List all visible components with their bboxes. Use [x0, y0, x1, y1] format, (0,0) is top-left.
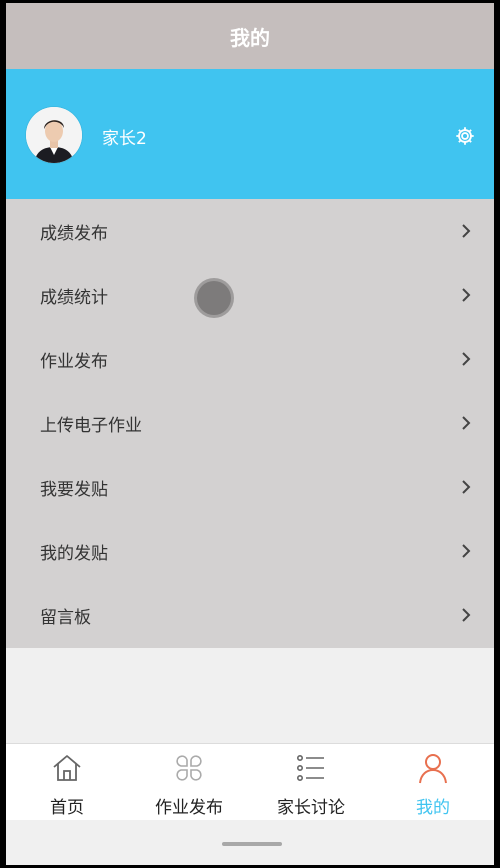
chevron-right-icon: [462, 608, 471, 622]
chevron-right-icon: [462, 416, 471, 430]
chevron-right-icon: [462, 544, 471, 558]
tab-label: 首页: [50, 798, 84, 818]
user-avatar-icon: [26, 107, 82, 163]
menu-item-new-post[interactable]: 我要发贴: [6, 455, 494, 519]
home-icon: [53, 755, 81, 781]
touch-indicator: [197, 281, 231, 315]
bottom-tab-bar: 首页 作业发布 家长讨论 我的: [6, 743, 494, 821]
menu-item-label: 成绩统计: [40, 287, 108, 308]
tab-home[interactable]: 首页: [6, 744, 128, 821]
page-title: 我的: [230, 25, 270, 50]
top-bar: 我的: [6, 3, 494, 69]
grid-icon: [176, 755, 202, 781]
tab-label: 我的: [416, 798, 450, 818]
menu-item-label: 我要发贴: [40, 479, 108, 500]
tab-label: 家长讨论: [277, 798, 345, 818]
menu-item-grade-publish[interactable]: 成绩发布: [6, 199, 494, 263]
menu-item-label: 我的发贴: [40, 543, 108, 564]
tab-label: 作业发布: [155, 798, 223, 818]
profile-card[interactable]: 家长2: [6, 69, 494, 199]
chevron-right-icon: [462, 352, 471, 366]
avatar[interactable]: [26, 107, 82, 163]
menu-item-label: 作业发布: [40, 351, 108, 372]
chevron-right-icon: [462, 480, 471, 494]
chevron-right-icon: [462, 224, 471, 238]
menu-item-label: 上传电子作业: [40, 415, 142, 436]
menu-item-upload-homework[interactable]: 上传电子作业: [6, 391, 494, 455]
username: 家长2: [102, 129, 147, 149]
gear-icon[interactable]: [454, 125, 476, 147]
system-bottom-area: [6, 820, 494, 865]
list-icon: [296, 755, 324, 781]
menu-item-label: 成绩发布: [40, 223, 108, 244]
menu-item-label: 留言板: [40, 607, 91, 628]
tab-parent-discussion[interactable]: 家长讨论: [250, 744, 372, 821]
home-indicator[interactable]: [222, 842, 282, 846]
tab-mine[interactable]: 我的: [372, 744, 494, 821]
person-icon: [419, 754, 447, 784]
menu-item-message-board[interactable]: 留言板: [6, 583, 494, 647]
menu-list: 成绩发布 成绩统计 作业发布 上传电子作业 我要发贴 我的发贴 留言板: [6, 199, 494, 648]
app-screen: 我的 家长2 成绩发布 成绩统计 作业发布 上传电子作业 我要发贴 我的发贴 留…: [6, 3, 494, 865]
menu-item-grade-stats[interactable]: 成绩统计: [6, 263, 494, 327]
tab-homework-publish[interactable]: 作业发布: [128, 744, 250, 821]
menu-item-homework-publish[interactable]: 作业发布: [6, 327, 494, 391]
menu-item-my-posts[interactable]: 我的发贴: [6, 519, 494, 583]
chevron-right-icon: [462, 288, 471, 302]
